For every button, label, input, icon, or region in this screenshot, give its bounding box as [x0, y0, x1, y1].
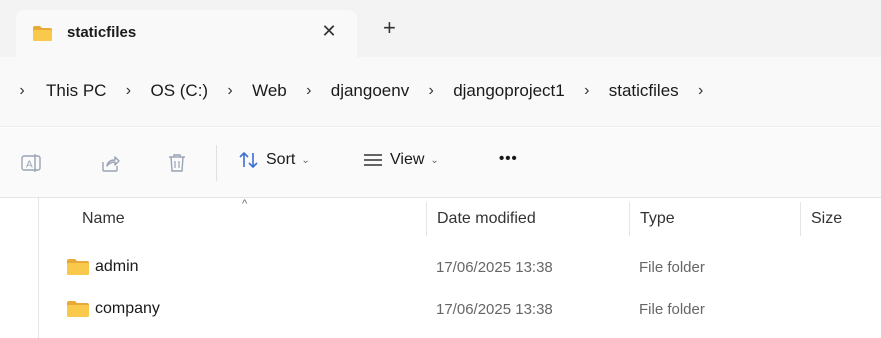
toolbar-divider — [216, 145, 217, 181]
list-item[interactable]: company 17/06/2025 13:38 File folder — [40, 290, 881, 328]
chevron-right-icon[interactable]: › — [224, 82, 236, 100]
column-header-type[interactable]: Type — [640, 210, 675, 228]
breadcrumb-staticfiles[interactable]: staticfiles — [607, 81, 681, 101]
column-divider[interactable] — [800, 202, 801, 236]
sort-caret-icon: ^ — [242, 198, 248, 210]
column-header-name[interactable]: Name — [82, 210, 125, 228]
command-bar: A Sort ⌄ View ⌄ ••• — [0, 128, 881, 198]
item-name: company — [95, 300, 160, 317]
sort-label: Sort — [266, 151, 296, 168]
breadcrumb: › This PC › OS (C:) › Web › djangoenv › … — [0, 81, 707, 101]
tab-title: staticfiles — [67, 24, 137, 41]
item-date-modified: 17/06/2025 13:38 — [436, 259, 553, 276]
chevron-right-icon[interactable]: › — [303, 82, 315, 100]
item-date-modified: 17/06/2025 13:38 — [436, 301, 553, 318]
tab-bar: staticfiles ✕ + — [0, 0, 881, 57]
sort-button[interactable]: Sort ⌄ — [238, 150, 310, 170]
folder-icon — [67, 301, 89, 317]
breadcrumb-this-pc[interactable]: This PC — [44, 81, 108, 101]
chevron-right-icon[interactable]: › — [581, 82, 593, 100]
chevron-down-icon: ⌄ — [430, 154, 439, 166]
breadcrumb-os-c[interactable]: OS (C:) — [148, 81, 210, 101]
breadcrumb-web[interactable]: Web — [250, 81, 289, 101]
sort-icon — [239, 152, 258, 168]
folder-icon — [33, 26, 52, 41]
chevron-right-icon[interactable]: › — [695, 82, 707, 100]
address-bar: › This PC › OS (C:) › Web › djangoenv › … — [0, 57, 881, 127]
item-type: File folder — [639, 259, 705, 276]
column-header-row: ^ Name Date modified Type Size — [0, 198, 881, 240]
folder-icon — [67, 259, 89, 275]
close-icon[interactable]: ✕ — [319, 21, 339, 42]
column-header-size[interactable]: Size — [811, 210, 842, 228]
breadcrumb-djangoproject1[interactable]: djangoproject1 — [451, 81, 567, 101]
plus-icon[interactable]: + — [383, 17, 396, 39]
item-type: File folder — [639, 301, 705, 318]
chevron-right-icon[interactable]: › — [122, 82, 134, 100]
rename-icon[interactable]: A — [20, 152, 42, 174]
share-icon[interactable] — [99, 152, 121, 174]
view-button[interactable]: View ⌄ — [362, 150, 439, 170]
more-icon[interactable]: ••• — [499, 150, 518, 167]
column-divider[interactable] — [629, 202, 630, 236]
column-divider[interactable] — [426, 202, 427, 236]
delete-icon[interactable] — [166, 152, 188, 174]
chevron-right-icon[interactable]: › — [425, 82, 437, 100]
view-label: View — [390, 151, 425, 168]
nav-pane-divider — [38, 198, 39, 338]
list-item[interactable]: admin 17/06/2025 13:38 File folder — [40, 248, 881, 286]
chevron-down-icon: ⌄ — [301, 154, 310, 166]
view-icon — [364, 154, 382, 166]
breadcrumb-djangoenv[interactable]: djangoenv — [329, 81, 411, 101]
column-header-date-modified[interactable]: Date modified — [437, 210, 536, 228]
svg-text:A: A — [26, 160, 33, 171]
item-name: admin — [95, 258, 139, 275]
tab-staticfiles[interactable]: staticfiles ✕ — [16, 10, 357, 57]
chevron-right-icon[interactable]: › — [16, 82, 28, 100]
